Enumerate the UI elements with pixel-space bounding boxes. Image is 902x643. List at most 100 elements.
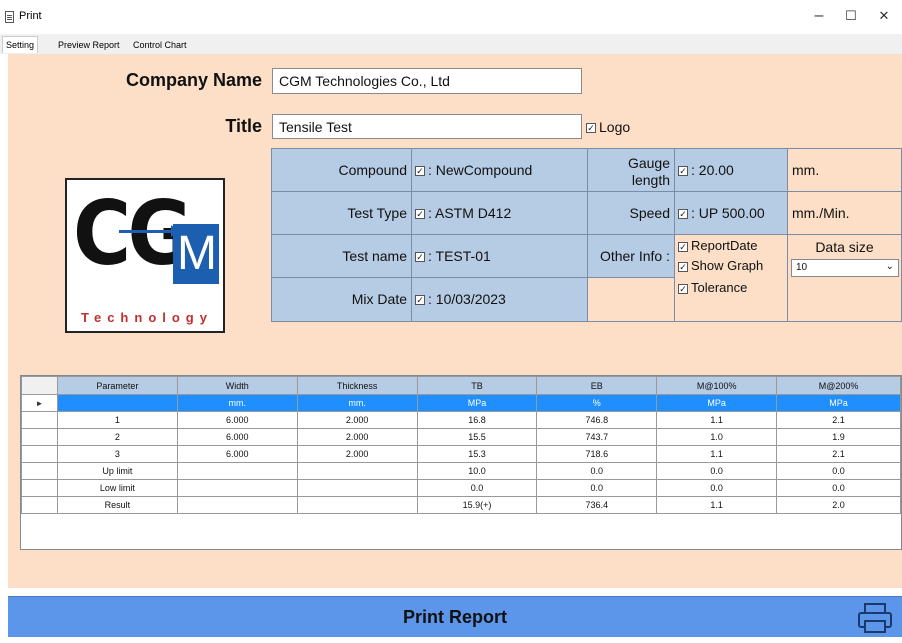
table-cell[interactable]: 10.0 [416,462,538,480]
maximize-button[interactable]: ☐ [836,4,866,28]
tolerance-checkbox[interactable]: ✓ Tolerance [678,280,747,295]
column-header[interactable]: Parameter [56,376,178,395]
table-cell[interactable]: MPa [656,394,778,412]
table-cell[interactable]: 2.000 [296,428,418,446]
checkbox-checked-icon: ✓ [678,209,688,220]
checkbox-checked-icon: ✓ [678,241,688,252]
column-header[interactable]: TB [416,376,538,395]
table-cell[interactable]: 0.0 [536,479,658,497]
column-header[interactable]: Thickness [296,376,418,395]
table-cell[interactable]: 1.1 [656,411,778,429]
table-cell[interactable]: mm. [296,394,418,412]
table-cell[interactable]: 2 [56,428,178,446]
tab-preview-report[interactable]: Preview Report [55,39,123,51]
compound-value-cell[interactable]: ✓: NewCompound [411,148,588,192]
test-type-value-cell[interactable]: ✓: ASTM D412 [411,191,588,235]
table-cell[interactable]: Low limit [56,479,178,497]
minimize-button[interactable]: – [804,4,834,28]
table-cell[interactable]: % [536,394,658,412]
gauge-label-cell: Gauge length [587,148,675,192]
logo-checkbox[interactable]: ✓ Logo [586,119,630,135]
speed-unit: mm./Min. [792,205,850,221]
table-cell[interactable]: 0.0 [656,479,778,497]
speed-label-cell: Speed [587,191,675,235]
title-input[interactable]: Tensile Test [272,114,582,139]
company-logo: CG M Technology [65,178,225,333]
row-header[interactable] [21,479,58,497]
table-cell[interactable]: 2.000 [296,411,418,429]
table-cell[interactable]: 1.1 [656,496,778,514]
table-cell[interactable]: 16.8 [416,411,538,429]
table-cell[interactable]: 2.0 [776,496,901,514]
table-cell[interactable]: Result [56,496,178,514]
company-name-input[interactable]: CGM Technologies Co., Ltd [272,68,582,94]
table-cell[interactable]: 746.8 [536,411,658,429]
table-cell[interactable]: 6.000 [176,411,298,429]
row-header[interactable] [21,428,58,446]
tolerance-label: Tolerance [691,280,748,295]
show-graph-checkbox[interactable]: ✓ Show Graph [678,258,763,273]
data-size-select[interactable]: 10 ⌄ [791,259,899,277]
table-cell[interactable]: 718.6 [536,445,658,463]
print-report-button[interactable]: Print Report [8,596,902,637]
table-row[interactable]: Low limit 0.0 0.0 0.0 0.0 [21,479,901,497]
table-cell[interactable]: 0.0 [536,462,658,480]
table-cell[interactable]: mm. [176,394,298,412]
test-type-label: Test Type [347,205,407,221]
table-cell[interactable]: 6.000 [176,428,298,446]
column-header[interactable]: EB [536,376,658,395]
row-header[interactable] [21,462,58,480]
row-header[interactable] [21,496,58,514]
table-cell[interactable]: 2.000 [296,445,418,463]
table-cell[interactable]: 1.1 [656,445,778,463]
mix-date-value-cell[interactable]: ✓: 10/03/2023 [411,277,588,322]
table-cell[interactable]: MPa [416,394,538,412]
table-cell[interactable]: 0.0 [776,479,901,497]
table-cell[interactable]: 2.1 [776,411,901,429]
table-cell[interactable]: 736.4 [536,496,658,514]
row-header[interactable] [21,445,58,463]
tab-setting[interactable]: Setting [2,36,39,53]
table-cell[interactable] [296,462,418,480]
tab-control-chart[interactable]: Control Chart [130,39,190,51]
table-cell[interactable]: 3 [56,445,178,463]
column-header[interactable]: M@100% [656,376,778,395]
table-cell[interactable] [176,462,298,480]
table-cell[interactable]: MPa [776,394,901,412]
report-date-checkbox[interactable]: ✓ ReportDate [678,238,757,253]
table-cell[interactable] [56,394,178,412]
table-cell[interactable]: 15.5 [416,428,538,446]
table-cell[interactable]: 0.0 [776,462,901,480]
table-cell[interactable]: 2.1 [776,445,901,463]
table-cell[interactable]: 6.000 [176,445,298,463]
table-cell[interactable]: Up limit [56,462,178,480]
gauge-label-line1: Gauge [627,155,670,171]
table-cell[interactable] [296,479,418,497]
column-header[interactable]: Width [176,376,298,395]
table-row[interactable]: 3 6.000 2.000 15.3 718.6 1.1 2.1 [21,445,901,463]
table-row[interactable]: 2 6.000 2.000 15.5 743.7 1.0 1.9 [21,428,901,446]
table-row[interactable]: Result 15.9(+) 736.4 1.1 2.0 [21,496,901,514]
empty-cell [587,277,675,322]
table-cell[interactable]: 15.3 [416,445,538,463]
checkbox-checked-icon: ✓ [415,252,425,263]
table-cell[interactable]: 1.0 [656,428,778,446]
column-header[interactable]: M@200% [776,376,901,395]
table-row[interactable]: 1 6.000 2.000 16.8 746.8 1.1 2.1 [21,411,901,429]
table-cell[interactable] [176,479,298,497]
gauge-value-cell[interactable]: ✓: 20.00 [674,148,788,192]
row-header[interactable] [21,411,58,429]
speed-value-cell[interactable]: ✓: UP 500.00 [674,191,788,235]
table-cell[interactable]: 1 [56,411,178,429]
close-button[interactable]: ✕ [869,4,899,28]
table-cell[interactable]: 0.0 [416,479,538,497]
table-cell[interactable]: 743.7 [536,428,658,446]
table-row-selected[interactable]: ► mm. mm. MPa % MPa MPa [21,394,901,412]
table-cell[interactable] [176,496,298,514]
table-cell[interactable]: 1.9 [776,428,901,446]
table-cell[interactable] [296,496,418,514]
table-cell[interactable]: 15.9(+) [416,496,538,514]
table-cell[interactable]: 0.0 [656,462,778,480]
test-name-value-cell[interactable]: ✓: TEST-01 [411,234,588,278]
table-row[interactable]: Up limit 10.0 0.0 0.0 0.0 [21,462,901,480]
